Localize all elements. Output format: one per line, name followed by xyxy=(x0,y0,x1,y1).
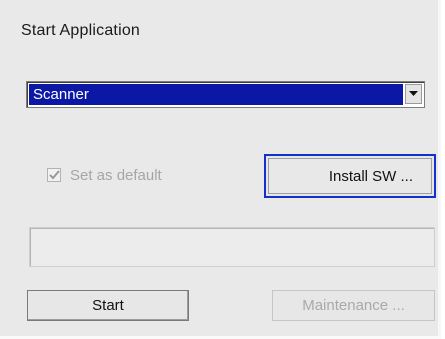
install-sw-label: Install SW ... xyxy=(268,158,432,194)
application-select-value[interactable]: Scanner xyxy=(29,84,403,105)
set-as-default-row[interactable]: Set as default xyxy=(47,165,162,185)
set-as-default-checkbox[interactable] xyxy=(47,168,61,182)
status-field xyxy=(29,227,435,267)
start-application-dialog: Start Application Scanner Set as default… xyxy=(0,0,441,339)
application-select[interactable]: Scanner xyxy=(26,81,425,108)
set-as-default-label: Set as default xyxy=(70,166,162,184)
dropdown-arrow-button[interactable] xyxy=(405,84,422,104)
dropdown-arrow-icon xyxy=(409,91,418,96)
start-button[interactable]: Start xyxy=(27,290,189,321)
install-sw-button[interactable]: Install SW ... xyxy=(264,154,436,198)
dialog-title: Start Application xyxy=(21,22,141,39)
checkmark-icon xyxy=(48,170,60,180)
maintenance-button[interactable]: Maintenance ... xyxy=(272,290,435,321)
